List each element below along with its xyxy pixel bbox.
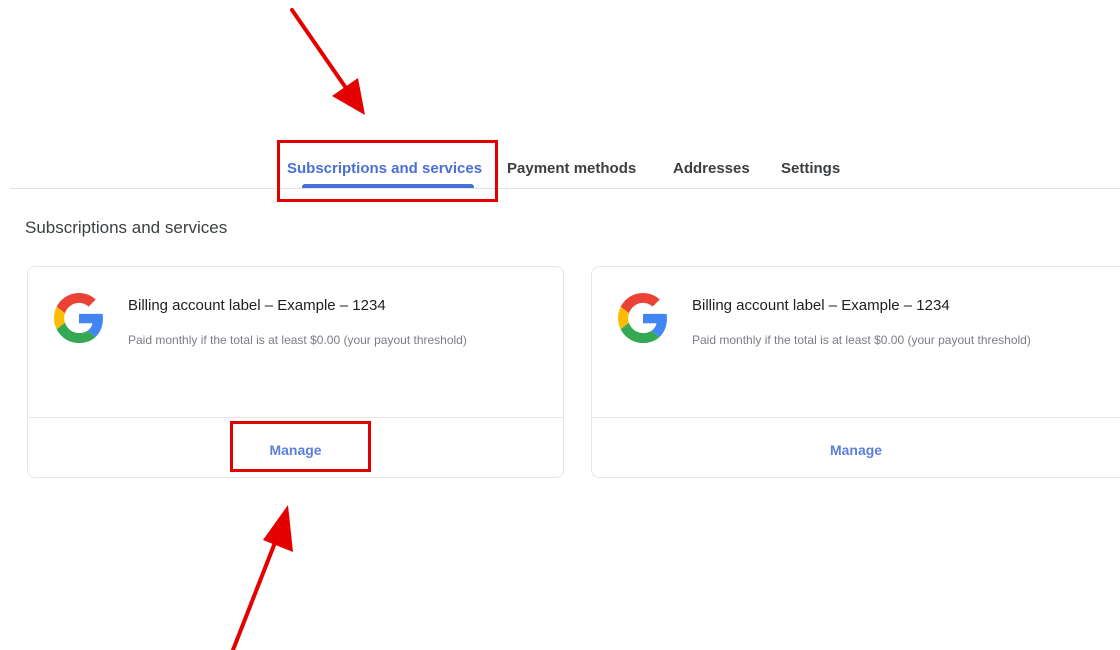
billing-tabs: Subscriptions and services Payment metho…: [0, 150, 1120, 190]
tab-addresses[interactable]: Addresses: [673, 160, 750, 177]
annotation-arrow-top: [290, 8, 365, 115]
card-divider: [592, 417, 1120, 418]
tab-settings[interactable]: Settings: [781, 160, 840, 177]
billing-account-description: Paid monthly if the total is at least $0…: [692, 333, 1031, 347]
billing-account-title: Billing account label – Example – 1234: [692, 297, 950, 314]
tabs-divider: [10, 188, 1120, 189]
google-g-icon: [54, 293, 103, 343]
annotation-highlight-box: [277, 140, 498, 202]
billing-account-description: Paid monthly if the total is at least $0…: [128, 333, 467, 347]
annotation-highlight-box: [230, 421, 371, 472]
google-g-icon: [618, 293, 667, 343]
annotation-arrow-bottom: [231, 505, 293, 650]
card-divider: [28, 417, 563, 418]
tab-payment-methods[interactable]: Payment methods: [507, 160, 636, 177]
billing-account-title: Billing account label – Example – 1234: [128, 297, 386, 314]
manage-button[interactable]: Manage: [592, 442, 1120, 458]
billing-account-card: Billing account label – Example – 1234 P…: [591, 266, 1120, 478]
billing-page: Subscriptions and services Payment metho…: [0, 0, 1120, 650]
section-title: Subscriptions and services: [25, 218, 228, 237]
